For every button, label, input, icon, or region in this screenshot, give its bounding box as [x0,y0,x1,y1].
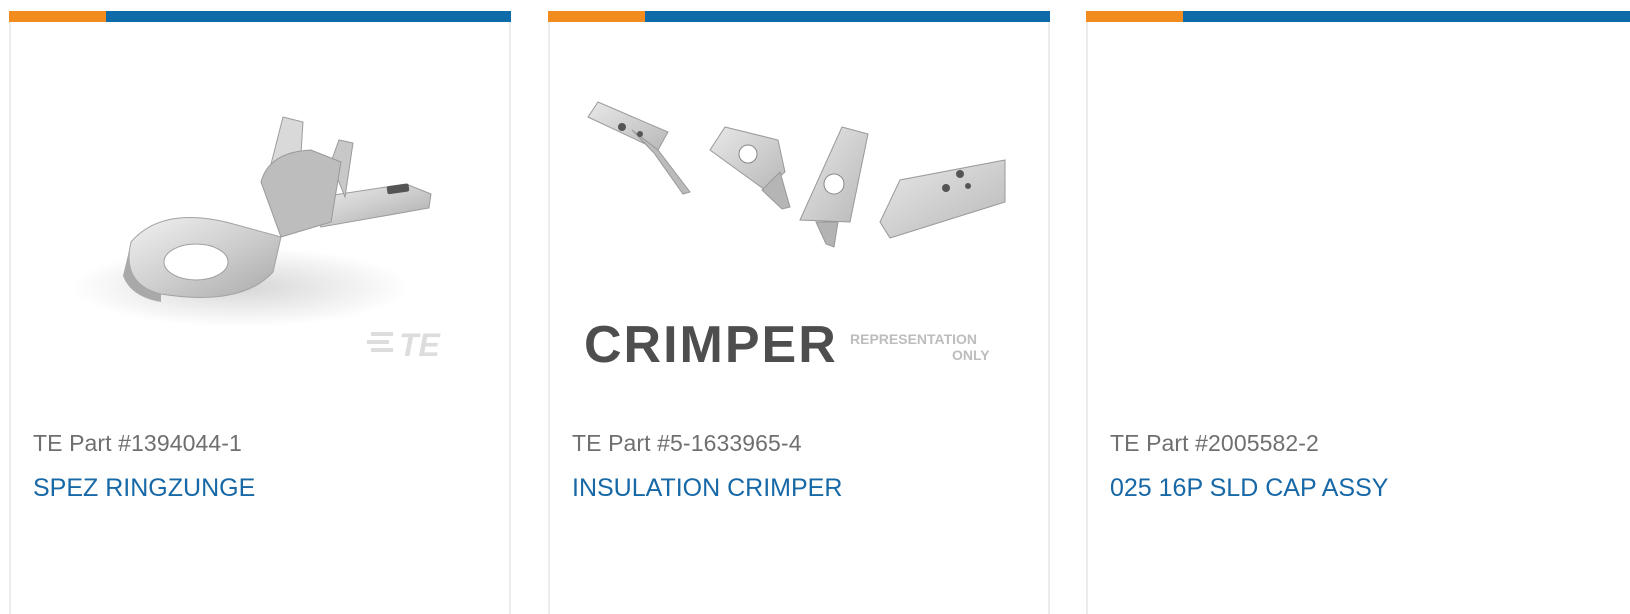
part-number: TE Part #5-1633965-4 [572,430,802,456]
svg-text:TE: TE [399,327,442,363]
crimper-die [799,126,869,248]
product-card[interactable]: TE Part #2005582-2 025 16P SLD CAP ASSY [1086,11,1630,614]
product-image[interactable]: TE [11,22,509,392]
product-image-empty[interactable] [1088,22,1630,392]
product-card[interactable]: CRIMPER REPRESENTATION ONLY TE Part #5-1… [548,11,1050,614]
product-card[interactable]: TE TE Part #1394044-1 SPEZ RINGZUNGE [9,11,511,614]
crimper-die [587,101,691,195]
card-top-bar-accent [9,11,106,22]
card-top-bar-accent [1086,11,1183,22]
card-top-bar [9,11,511,22]
crimper-banner: CRIMPER [584,316,838,374]
card-top-bar [1086,11,1630,22]
te-watermark: TE [367,327,442,363]
product-name-link[interactable]: INSULATION CRIMPER [572,474,842,503]
part-number: TE Part #1394044-1 [33,430,242,456]
product-name-link[interactable]: 025 16P SLD CAP ASSY [1110,474,1388,503]
representation-only-label: ONLY [952,347,990,363]
crimper-die [879,159,1006,239]
card-top-bar-accent [548,11,645,22]
card-top-bar [548,11,1050,22]
product-name-link[interactable]: SPEZ RINGZUNGE [33,474,255,503]
part-number: TE Part #2005582-2 [1110,430,1319,456]
crimper-die [709,126,791,210]
product-image[interactable]: CRIMPER REPRESENTATION ONLY [550,22,1048,392]
representation-label: REPRESENTATION [850,331,977,347]
